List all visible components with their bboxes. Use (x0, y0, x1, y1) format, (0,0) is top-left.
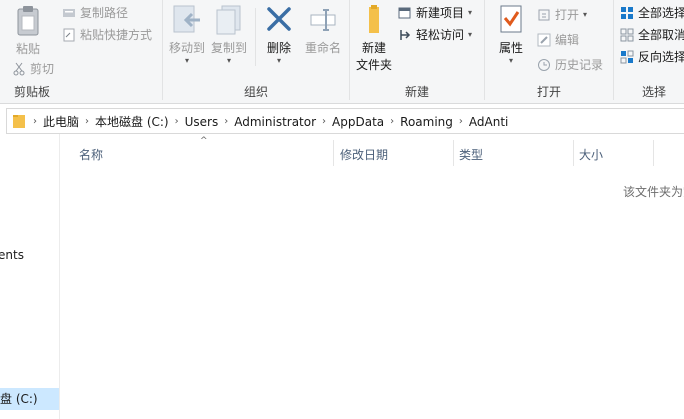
edit-icon (537, 33, 551, 46)
new-group-label: 新建 (404, 85, 429, 99)
history-icon (538, 58, 550, 71)
copy-to-icon (216, 5, 241, 35)
sort-ascending-icon: ^ (200, 136, 208, 146)
open-button[interactable]: 打开 ▾ (537, 6, 587, 23)
properties-label: 属性 (498, 41, 523, 55)
move-to-button[interactable]: 移动到 ▾ (167, 4, 207, 65)
column-divider[interactable] (453, 140, 454, 166)
paste-shortcut-button[interactable]: 粘贴快捷方式 (62, 26, 152, 43)
chevron-down-icon: ▾ (184, 56, 189, 65)
rename-label: 重命名 (304, 41, 341, 55)
easy-access-button[interactable]: 轻松访问 ▾ (398, 26, 472, 43)
ribbon-divider (255, 8, 256, 66)
copy-to-label: 复制到 (210, 41, 247, 55)
folder-icon (369, 5, 379, 33)
select-none-button[interactable]: 全部取消 (620, 26, 684, 43)
cut-button[interactable]: 剪切 (12, 60, 54, 77)
address-bar[interactable]: › 此电脑 › 本地磁盘 (C:) › Users › Administrato… (6, 108, 684, 134)
breadcrumb-item-local-disk[interactable]: 本地磁盘 (C:) (89, 113, 175, 130)
cut-label: 剪切 (30, 62, 55, 76)
new-folder-button[interactable]: 新建 文件夹 (354, 4, 394, 73)
move-to-label: 移动到 (168, 41, 205, 55)
column-divider[interactable] (653, 140, 654, 166)
new-group: 新建 文件夹 新建项目 ▾ 轻松访问 ▾ 新建 (350, 0, 484, 103)
delete-label: 删除 (266, 41, 291, 55)
rename-button[interactable]: 重命名 (301, 4, 345, 56)
delete-button[interactable]: 删除 ▾ (261, 4, 297, 65)
chevron-down-icon: ▾ (468, 30, 473, 39)
breadcrumb-item-this-pc[interactable]: 此电脑 (37, 113, 85, 130)
new-item-icon (398, 7, 411, 18)
chevron-down-icon: ▾ (276, 56, 281, 65)
new-folder-label-line2: 文件夹 (355, 58, 392, 72)
history-label: 历史记录 (555, 58, 604, 72)
new-item-label: 新建项目 (416, 6, 465, 20)
paste-shortcut-label: 粘贴快捷方式 (80, 28, 153, 42)
breadcrumb-item-roaming[interactable]: Roaming (394, 115, 459, 129)
properties-button[interactable]: 属性 ▾ (493, 4, 529, 65)
breadcrumb-item-users[interactable]: Users (179, 115, 225, 129)
nav-item-local-disk[interactable]: 盘 (C:) (0, 388, 59, 410)
column-divider[interactable] (333, 140, 334, 166)
invert-selection-button[interactable]: 反向选择 (620, 48, 684, 65)
open-group-label: 打开 (536, 85, 561, 99)
chevron-down-icon: ▾ (226, 56, 231, 65)
folder-icon (13, 115, 25, 128)
copy-path-icon (63, 8, 75, 17)
clipboard-icon (17, 6, 39, 36)
open-group: 属性 ▾ 打开 ▾ 编辑 历史记录 打开 (485, 0, 613, 103)
organize-group: 移动到 ▾ 复制到 ▾ 删除 ▾ 重命名 组织 (163, 0, 349, 103)
new-folder-label-line1: 新建 (361, 41, 386, 55)
chevron-down-icon: ▾ (508, 56, 513, 65)
copy-path-button[interactable]: 复制路径 (62, 4, 128, 21)
history-button[interactable]: 历史记录 (537, 56, 603, 73)
clipboard-group-label: 剪贴板 (14, 85, 51, 99)
select-none-icon (620, 28, 634, 41)
paste-button[interactable]: 粘贴 (8, 4, 48, 57)
navigation-pane: ents 盘 (C:) (0, 134, 60, 419)
edit-label: 编辑 (555, 33, 580, 47)
column-divider[interactable] (573, 140, 574, 166)
column-header-modified[interactable]: 修改日期 (340, 146, 388, 163)
breadcrumb-item-appdata[interactable]: AppData (326, 115, 390, 129)
scissors-icon (13, 62, 25, 75)
select-none-label: 全部取消 (638, 28, 684, 42)
easy-access-label: 轻松访问 (416, 28, 465, 42)
paste-shortcut-icon (63, 28, 75, 41)
select-all-icon (621, 6, 633, 19)
column-header-size[interactable]: 大小 (579, 146, 603, 163)
invert-selection-icon (620, 50, 634, 63)
new-item-button[interactable]: 新建项目 ▾ (398, 4, 472, 21)
paste-label: 粘贴 (15, 42, 40, 56)
column-header-name[interactable]: 名称 (79, 146, 103, 163)
select-group: 全部选择 全部取消 反向选择 选择 (614, 0, 684, 103)
chevron-down-icon: ▾ (468, 8, 473, 17)
chevron-down-icon: ▾ (583, 10, 588, 19)
delete-x-icon (267, 7, 291, 31)
select-group-label: 选择 (642, 85, 667, 99)
easy-access-icon (400, 29, 411, 40)
copy-path-label: 复制路径 (80, 6, 129, 20)
select-all-button[interactable]: 全部选择 (620, 4, 684, 21)
column-header-type[interactable]: 类型 (459, 146, 483, 163)
invert-selection-label: 反向选择 (638, 50, 684, 64)
nav-item-documents[interactable]: ents (0, 248, 24, 262)
select-all-label: 全部选择 (638, 6, 684, 20)
organize-group-label: 组织 (243, 85, 268, 99)
move-to-icon (173, 5, 200, 33)
edit-button[interactable]: 编辑 (537, 31, 579, 48)
open-label: 打开 (555, 8, 580, 22)
clipboard-group: 粘贴 复制路径 粘贴快捷方式 剪切 剪贴板 (0, 0, 162, 103)
column-header-row: ^ 名称 修改日期 类型 大小 (60, 136, 684, 166)
properties-icon (500, 5, 522, 33)
rename-icon (310, 9, 336, 31)
empty-folder-message: 该文件夹为空。 (623, 185, 684, 199)
breadcrumb-item-administrator[interactable]: Administrator (228, 115, 322, 129)
breadcrumb-item-adanti[interactable]: AdAnti (463, 115, 514, 129)
copy-to-button[interactable]: 复制到 ▾ (208, 4, 250, 65)
ribbon: 粘贴 复制路径 粘贴快捷方式 剪切 剪贴板 移动到 ▾ 复制到 ▾ 删除 ▾ 重… (0, 0, 684, 104)
breadcrumb: › 此电脑 › 本地磁盘 (C:) › Users › Administrato… (33, 113, 514, 130)
open-icon (538, 9, 550, 20)
